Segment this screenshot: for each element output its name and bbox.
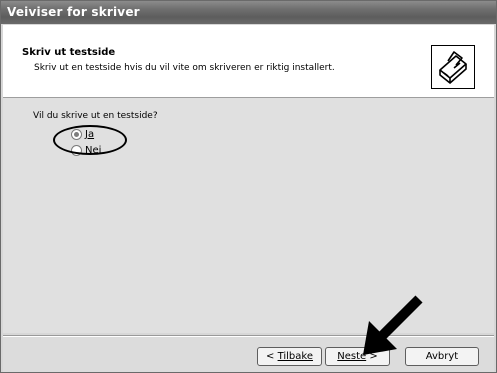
title-bar[interactable]: Veiviser for skriver	[1, 1, 496, 24]
back-button[interactable]: < Tilbake	[257, 347, 322, 366]
back-button-label: Tilbake	[277, 351, 313, 362]
back-arrow: <	[266, 351, 278, 362]
printer-icon	[431, 45, 475, 89]
highlight-circle	[53, 125, 127, 155]
page-subtitle: Skriv ut en testside hvis du vil vite om…	[34, 63, 335, 73]
wizard-window: Veiviser for skriver Skriv ut testside S…	[0, 0, 497, 373]
question-label: Vil du skrive ut en testside?	[33, 111, 158, 121]
page-title: Skriv ut testside	[22, 47, 116, 58]
wizard-header: Skriv ut testside Skriv ut en testside h…	[3, 25, 494, 98]
pointer-arrow-icon	[363, 295, 423, 355]
cancel-button-label: Avbryt	[425, 351, 459, 362]
window-title: Veiviser for skriver	[7, 5, 140, 19]
